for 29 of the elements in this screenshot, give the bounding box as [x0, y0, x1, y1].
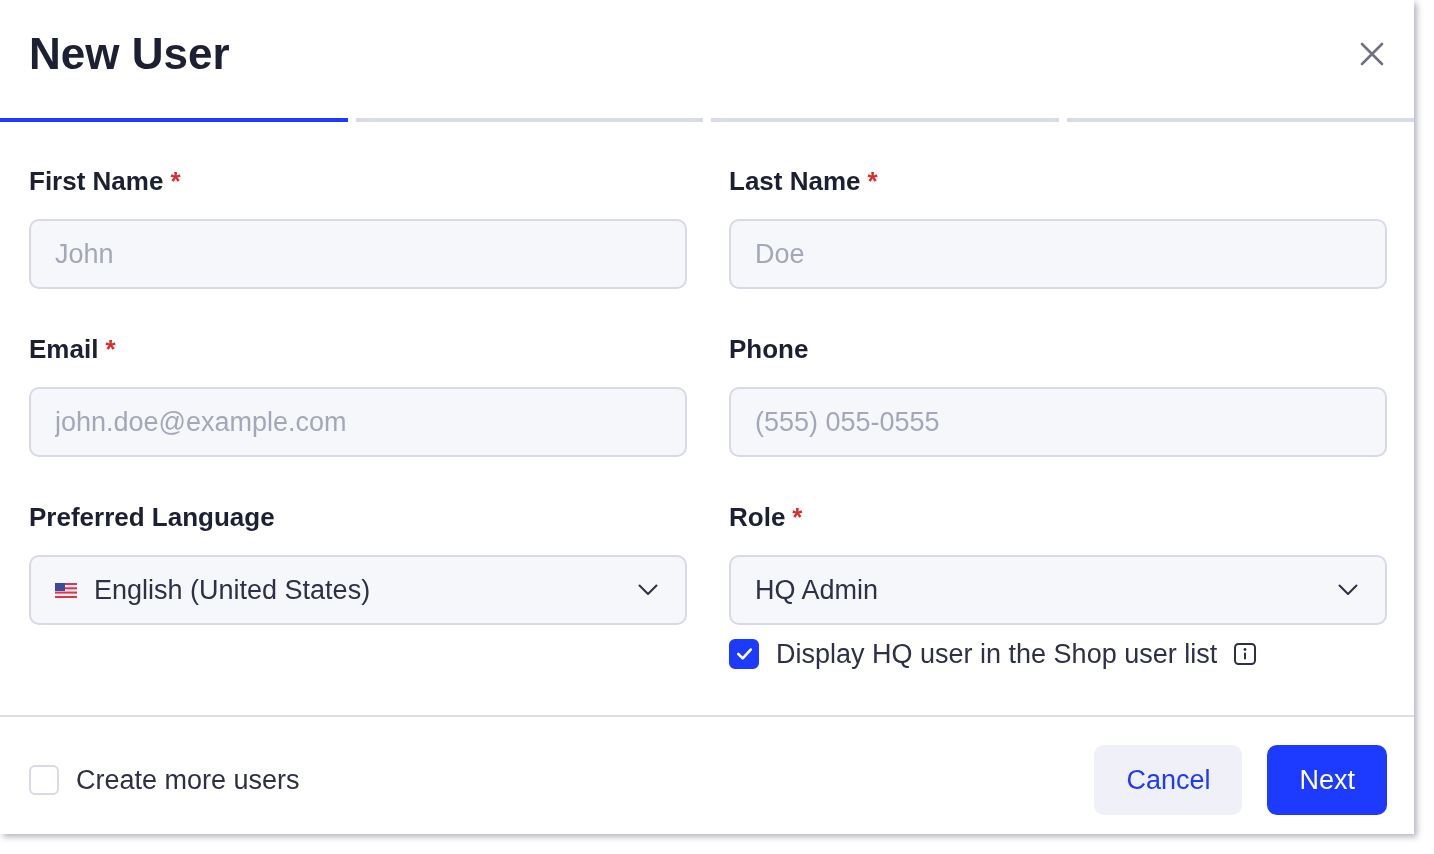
required-mark: * [867, 165, 878, 197]
text-input[interactable]: john.doe@example.com [29, 387, 687, 457]
close-button[interactable] [1360, 42, 1384, 66]
text-input[interactable]: Doe [729, 219, 1387, 289]
field-label: Role [729, 501, 786, 533]
chevron-down-icon [1338, 584, 1358, 596]
select-field[interactable]: HQ Admin [729, 555, 1387, 625]
checkbox[interactable] [729, 639, 759, 669]
primary-button[interactable]: Next [1267, 745, 1387, 815]
flag-icon [55, 582, 77, 598]
field-label: Phone [729, 333, 809, 365]
select-field[interactable]: English (United States) [29, 555, 687, 625]
dialog-title: New User [29, 28, 230, 80]
text-input[interactable]: John [29, 219, 687, 289]
field-label: Preferred Language [29, 501, 275, 533]
field-label: First Name [29, 165, 164, 197]
checkmark-icon [736, 648, 752, 660]
info-icon[interactable] [1234, 643, 1257, 665]
required-mark: * [792, 501, 803, 533]
close-icon [1360, 42, 1384, 66]
text-input[interactable]: (555) 055-0555 [729, 387, 1387, 457]
chevron-down-icon [638, 584, 658, 596]
field-label: Email [29, 333, 99, 365]
checkbox-label: Create more users [76, 764, 300, 796]
checkbox-label: Display HQ user in the Shop user list [776, 638, 1218, 670]
secondary-button[interactable]: Cancel [1094, 745, 1243, 815]
required-mark: * [105, 333, 116, 365]
required-mark: * [170, 165, 181, 197]
field-label: Last Name [729, 165, 861, 197]
